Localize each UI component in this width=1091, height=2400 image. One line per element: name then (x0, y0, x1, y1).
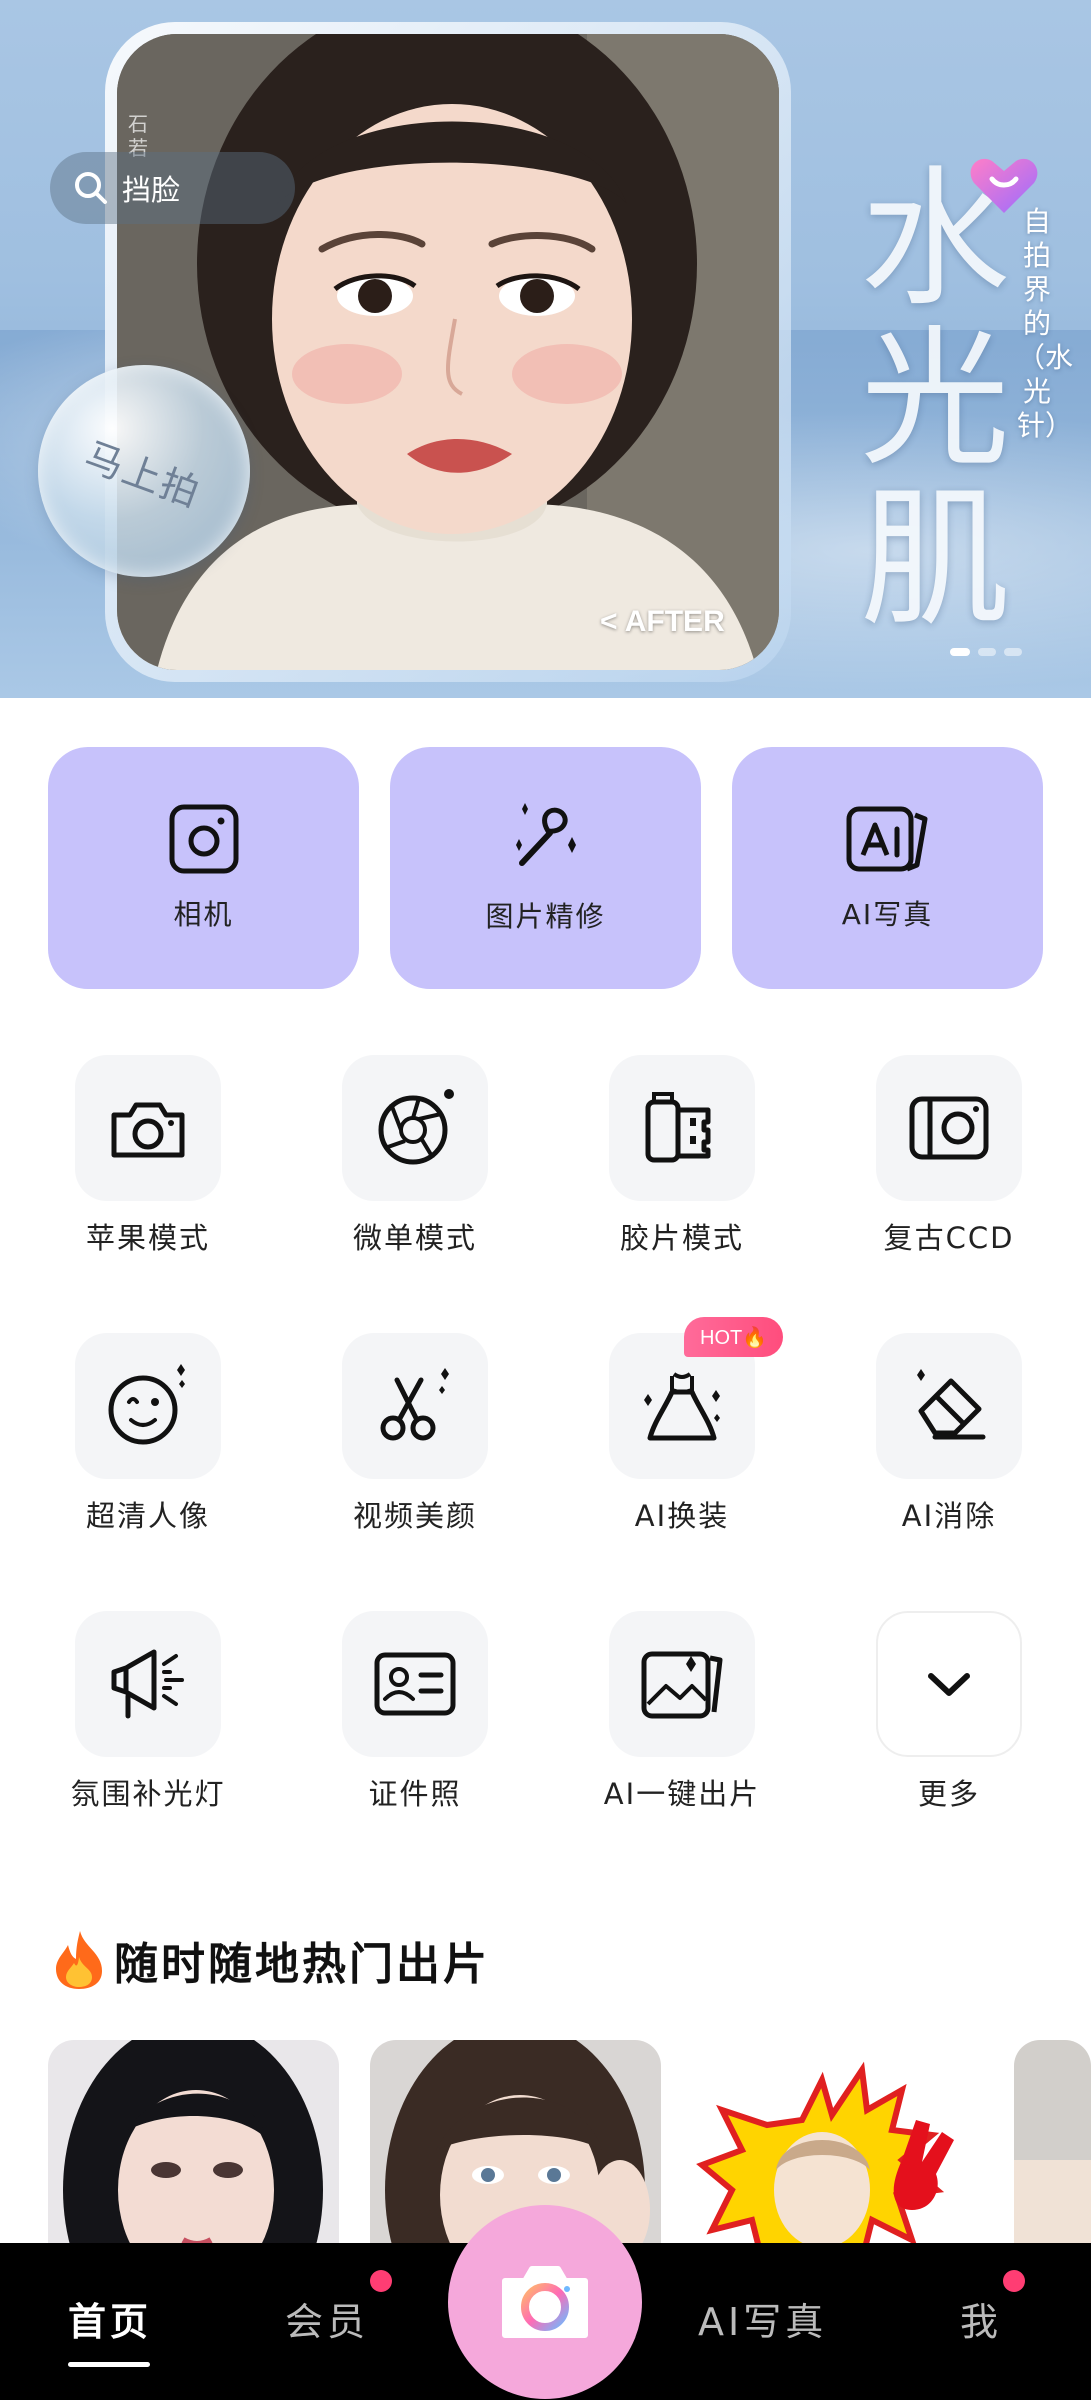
promo-banner[interactable]: 石若 挡脸 马上拍 < AFTER 水光肌 自拍界的（水光针） (0, 0, 1091, 698)
banner-subline: 自拍界的（水光针） (1017, 205, 1074, 442)
tool-tile (342, 1055, 488, 1201)
nav-home[interactable]: 首页 (68, 2291, 152, 2346)
tool-label: 苹果模式 (85, 1221, 210, 1255)
nav-me[interactable]: 我 (960, 2291, 1002, 2346)
fill-light-icon (111, 1649, 184, 1719)
tool-fill-light[interactable]: 氛围补光灯 (28, 1611, 268, 1813)
tool-label: AI换装 (634, 1499, 730, 1533)
ai-portrait-card[interactable]: AI写真 (732, 747, 1043, 989)
template-thumbnail[interactable] (692, 2040, 983, 2260)
template-thumbnail[interactable] (1014, 2040, 1091, 2260)
main-feature-cards: 相机 图片精修 AI写真 (48, 747, 1043, 989)
tool-ai-outfit[interactable]: AI换装 (562, 1333, 802, 1535)
page-dot (978, 648, 996, 656)
thumbnail-portrait-1 (48, 2040, 339, 2260)
makeup-brush-icon (515, 803, 576, 866)
tool-tile (75, 1055, 221, 1201)
tool-tile (876, 1611, 1022, 1757)
aperture-icon (378, 1089, 454, 1165)
nav-membership[interactable]: 会员 (285, 2291, 369, 2346)
tool-label: 微单模式 (352, 1221, 477, 1255)
camera-icon (111, 1102, 185, 1158)
membership-notification-dot (370, 2270, 392, 2292)
shoot-now-label: 马上拍 (78, 433, 207, 516)
camera-square-icon (169, 804, 238, 874)
tool-tile (876, 1333, 1022, 1479)
film-roll-icon (645, 1092, 711, 1163)
hot-section-title: 随时随地热门出片 (114, 1939, 490, 1990)
thumbnail-portrait-4 (1014, 2040, 1091, 2260)
tool-label: 证件照 (368, 1777, 462, 1811)
search-icon (75, 172, 107, 204)
tool-retro-ccd[interactable]: 复古CCD (829, 1055, 1069, 1257)
chevron-down-icon (928, 1673, 970, 1696)
dress-icon (644, 1372, 720, 1441)
banner-photo-frame (105, 22, 791, 682)
tool-label: 更多 (917, 1777, 980, 1811)
tool-label: 复古CCD (883, 1221, 1015, 1255)
ai-portrait-label: AI写真 (841, 898, 934, 931)
tool-mirrorless-mode[interactable]: 微单模式 (295, 1055, 535, 1257)
tool-tile (75, 1611, 221, 1757)
tool-tile (609, 1055, 755, 1201)
template-thumbnail[interactable] (48, 2040, 339, 2260)
tool-tile (75, 1333, 221, 1479)
tool-label: 氛围补光灯 (70, 1777, 226, 1811)
eraser-icon (917, 1369, 986, 1440)
ccd-camera-icon (909, 1096, 989, 1160)
search-label: 挡脸 (122, 173, 181, 207)
hot-section-header: 随时随地热门出片 (50, 1928, 490, 1992)
tool-label: AI消除 (901, 1499, 997, 1533)
tool-tile (609, 1611, 755, 1757)
tool-label: 视频美颜 (352, 1499, 477, 1533)
after-label: < AFTER (600, 605, 725, 638)
tool-ai-erase[interactable]: AI消除 (829, 1333, 1069, 1535)
banner-portrait-photo (117, 34, 779, 670)
tool-tile (342, 1611, 488, 1757)
ai-photo-icon (846, 806, 927, 872)
gallery-icon (641, 1651, 723, 1719)
tool-tile (876, 1055, 1022, 1201)
nav-active-indicator (68, 2362, 150, 2367)
portrait-illustration (117, 34, 779, 670)
tool-ai-one-click[interactable]: AI一键出片 (562, 1611, 802, 1813)
tool-label: 超清人像 (85, 1499, 210, 1533)
photo-retouch-label: 图片精修 (485, 900, 606, 933)
tool-film-mode[interactable]: 胶片模式 (562, 1055, 802, 1257)
shoot-now-button[interactable]: 马上拍 (38, 365, 250, 577)
id-card-icon (374, 1652, 456, 1716)
tool-video-beauty[interactable]: 视频美颜 (295, 1333, 535, 1535)
tool-label: AI一键出片 (603, 1777, 761, 1811)
banner-page-indicator (950, 648, 1022, 656)
app-screen: 石若 挡脸 马上拍 < AFTER 水光肌 自拍界的（水光针） 相机 图片精修 … (0, 0, 1091, 2400)
tool-more[interactable]: 更多 (829, 1611, 1069, 1813)
center-camera-button[interactable] (448, 2205, 642, 2399)
tool-label: 胶片模式 (619, 1221, 744, 1255)
banner-headline: 水光肌 (860, 153, 1011, 647)
tool-tile (342, 1333, 488, 1479)
thumbnail-sticker (692, 2040, 983, 2260)
camera-app-icon (502, 2266, 588, 2338)
camera-card-label: 相机 (173, 898, 234, 931)
tool-apple-mode[interactable]: 苹果模式 (28, 1055, 268, 1257)
camera-card[interactable]: 相机 (48, 747, 359, 989)
photo-retouch-card[interactable]: 图片精修 (390, 747, 701, 989)
scissors-icon (380, 1368, 449, 1441)
hot-badge: HOT🔥 (684, 1317, 784, 1357)
nav-ai-portrait[interactable]: AI写真 (698, 2291, 827, 2346)
tool-id-photo[interactable]: 证件照 (295, 1611, 535, 1813)
page-dot (1004, 648, 1022, 656)
tool-hd-portrait[interactable]: 超清人像 (28, 1333, 268, 1535)
wink-face-icon (108, 1364, 185, 1445)
me-notification-dot (1003, 2270, 1025, 2292)
page-dot-active (950, 648, 970, 656)
fire-icon (56, 1931, 102, 1989)
banner-search-pill[interactable]: 挡脸 (50, 152, 295, 224)
